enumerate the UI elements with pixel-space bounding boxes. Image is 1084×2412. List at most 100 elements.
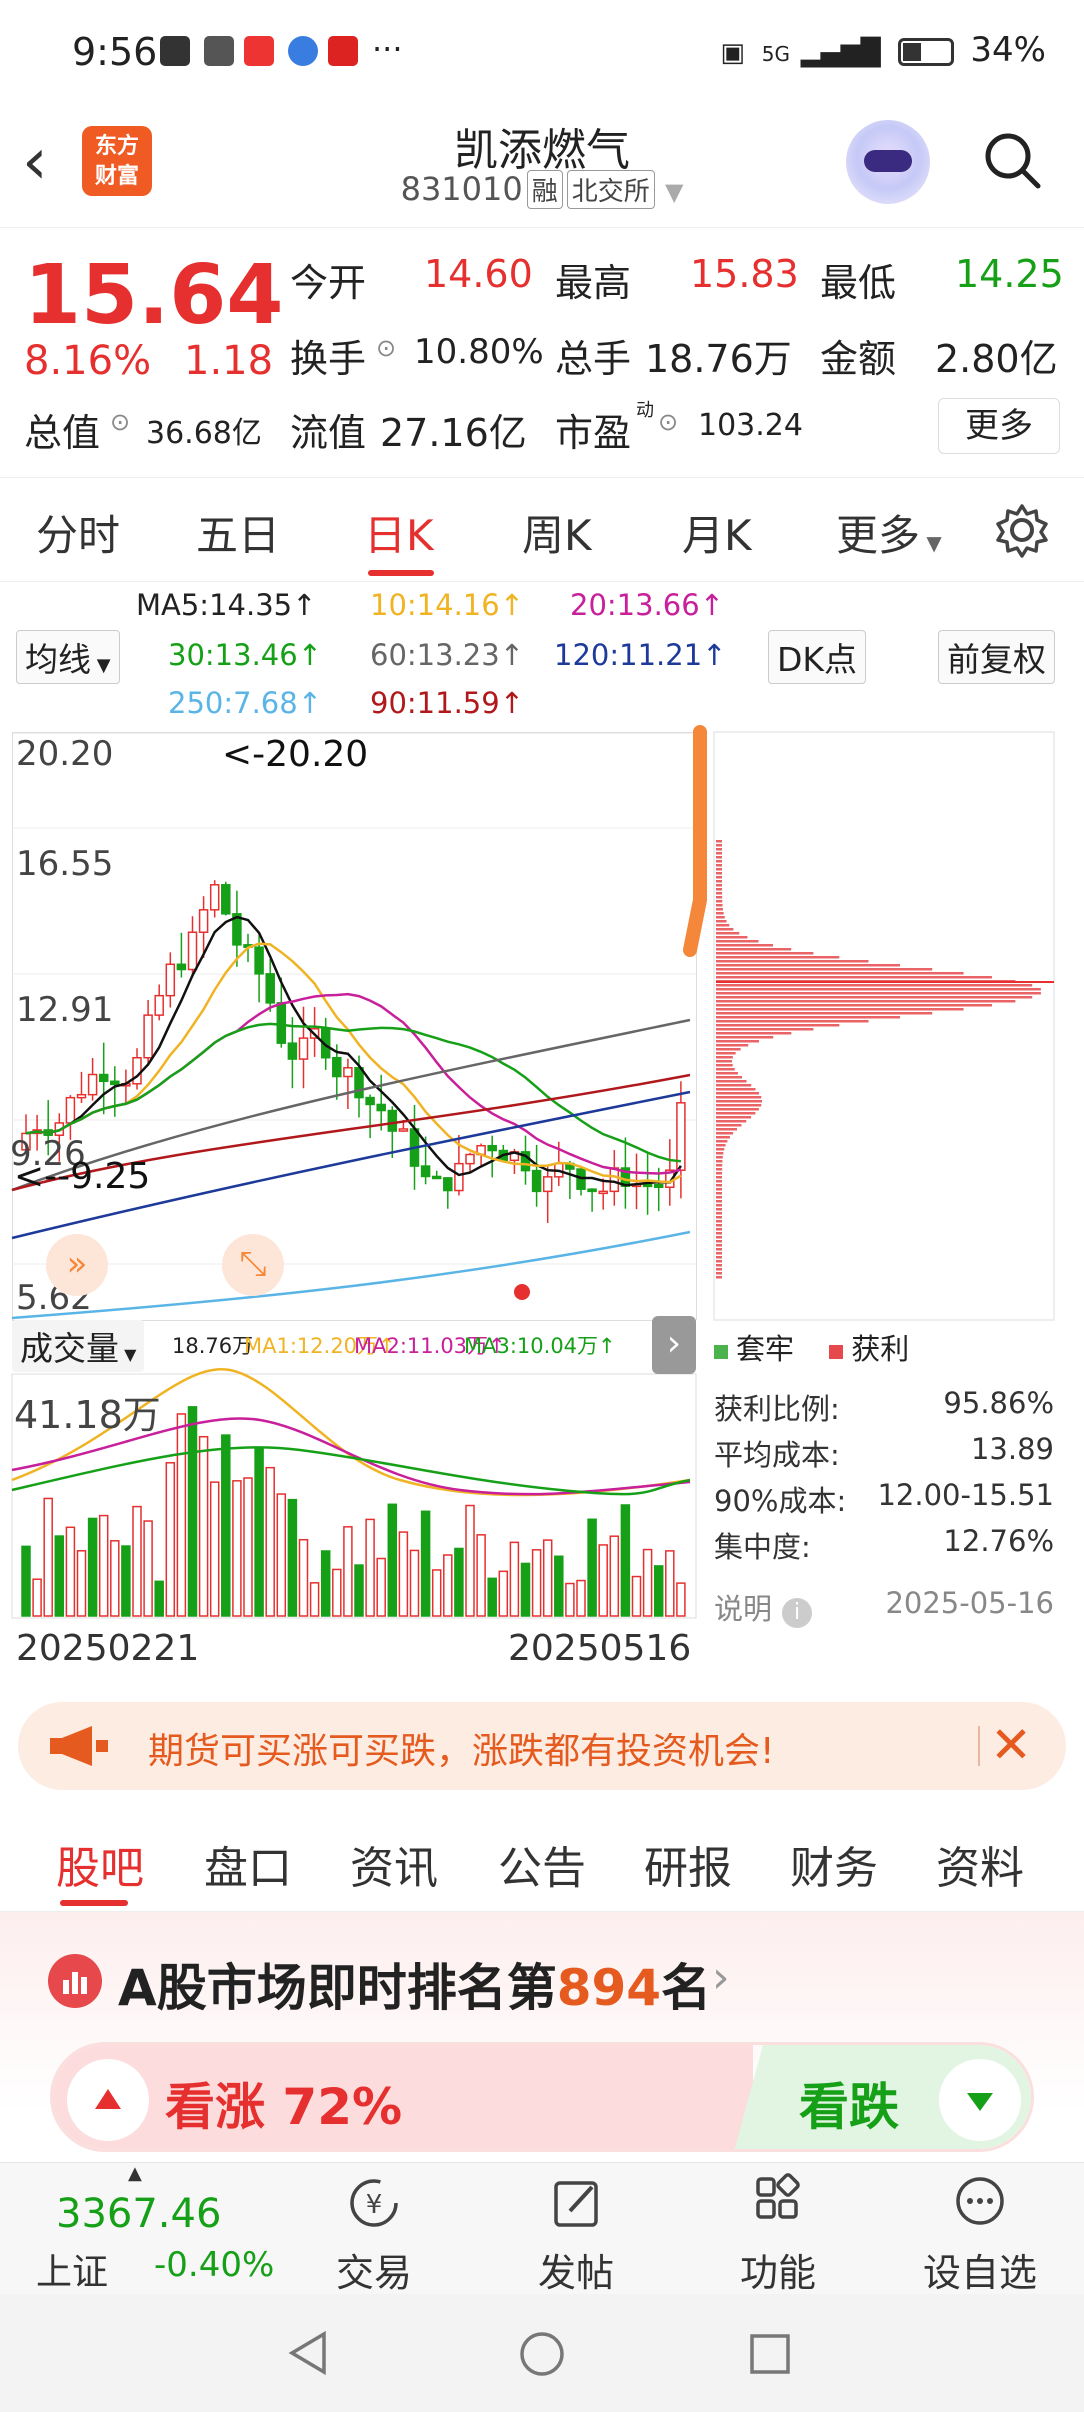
tab-weekly-k[interactable]: 周K [522,502,592,563]
dk-point-button[interactable]: DK点 [768,630,867,684]
profit-swatch [829,1345,844,1359]
amount-label: 金额 [820,337,897,381]
promo-banner[interactable]: 期货可买涨可买跌，涨跌都有投资机会! ✕ [18,1702,1066,1790]
triangle-down-icon: ▼ [920,531,942,555]
tab-finance[interactable]: 财务 [790,1832,878,1896]
pe-dynamic-sup: 动 [636,400,654,421]
info-icon[interactable]: i [782,1598,813,1628]
stat-label: 平均成本: [714,1438,840,1472]
profit-ratio-row: 获利比例: 95.86% [714,1386,1054,1428]
nav-label: 交易 [335,2251,412,2295]
signal-icon: ▂▄▆█ [800,38,881,68]
nfc-icon: ▣ [720,38,745,68]
rank-chart-icon [48,1954,102,2008]
info-icon[interactable]: ⊙ [110,408,130,436]
index-value[interactable]: 3367.46 [56,2191,221,2237]
turnover-label: 换手 [290,337,367,381]
bottom-nav: ▲ 3367.46 上证 -0.40% ¥ 交易 发帖 功能 设自选 [0,2162,1084,2297]
tab-guba[interactable]: 股吧 [56,1832,144,1896]
tab-more-label: 更多 [836,511,921,560]
market-tag: 北交所 [566,170,655,209]
tab-research[interactable]: 研报 [644,1832,732,1896]
ma60-label: 60:13.23↑ [370,638,524,672]
avg-cost-row: 平均成本: 13.89 [714,1432,1054,1474]
assistant-robot-icon[interactable] [846,120,930,204]
browser-icon [288,36,318,66]
tab-minute[interactable]: 分时 [36,502,120,563]
tab-profile[interactable]: 资料 [936,1832,1024,1896]
amount-value: 2.80亿 [935,337,1058,381]
tab-news[interactable]: 资讯 [350,1832,438,1896]
battery-icon [897,37,954,66]
volume-max-label: 41.18万 [14,1393,161,1437]
trade-icon: ¥ [350,2179,398,2227]
home-circle-icon[interactable] [518,2330,566,2378]
ma5-label: MA5:14.35↑ [136,588,317,622]
rank-title[interactable]: A股市场即时排名第894名 [118,1948,711,2020]
nav-functions[interactable]: 功能 [738,2173,818,2297]
low-marker: <--9.25 [14,1156,151,1197]
low-label: 最低 [820,261,897,305]
volume-value: 18.76万 [645,337,792,381]
stat-value: 13.89 [970,1432,1054,1466]
expand-left-icon[interactable]: » [46,1234,108,1296]
stat-value: 95.86% [943,1386,1054,1420]
fullscreen-icon[interactable]: ⤡ [222,1234,284,1296]
system-nav-bar [0,2294,1084,2412]
tab-monthly-k[interactable]: 月K [682,502,752,563]
divider [978,1726,980,1766]
date-end: 20250516 [508,1628,692,1669]
down-arrow-icon[interactable] [939,2059,1021,2141]
cost-range-row: 90%成本: 12.00-15.51 [714,1478,1054,1520]
ma-selector[interactable]: 均线 ▼ [16,630,120,684]
profit-label: 获利 [851,1332,910,1366]
rank-section: A股市场即时排名第894名 › 看涨 72% 看跌 [0,1912,1084,2162]
high-marker: <-20.20 [222,734,369,775]
chevron-right-icon[interactable]: › [652,1316,696,1374]
info-icon[interactable]: ⊙ [376,334,396,362]
more-button[interactable]: 更多 [938,398,1060,454]
close-icon[interactable]: ✕ [990,1716,1032,1774]
up-arrow-icon[interactable] [67,2059,149,2141]
index-name: 上证 [36,2252,109,2293]
chip-note-row: 说明 i 2025-05-16 [714,1586,1054,1628]
ma120-label: 120:11.21↑ [554,638,727,672]
info-icon[interactable]: ⊙ [658,408,678,436]
float-value: 27.16亿 [380,411,527,455]
nav-trade[interactable]: ¥ 交易 [334,2173,414,2297]
chip-date: 2025-05-16 [885,1586,1054,1620]
sentiment-vote: 看涨 72% 看跌 [50,2042,1034,2152]
adjust-mode-button[interactable]: 前复权 [938,630,1055,684]
back-triangle-icon[interactable] [286,2330,332,2376]
tab-five-day[interactable]: 五日 [196,502,280,563]
nav-add-watchlist[interactable]: 设自选 [920,2173,1040,2297]
volume-selector[interactable]: 成交量 ▼ [12,1320,145,1372]
search-icon[interactable] [982,130,1042,190]
event-dot[interactable] [514,1284,530,1300]
date-start: 20250221 [16,1628,200,1669]
nav-post[interactable]: 发帖 [536,2173,616,2297]
nav-label: 设自选 [922,2251,1037,2295]
y-axis-label: 20.20 [16,734,114,774]
y-axis-label: 16.55 [16,844,114,884]
recents-square-icon[interactable] [748,2332,792,2376]
low-value: 14.25 [955,252,1064,296]
index-change: -0.40% [154,2245,275,2285]
chevron-right-icon[interactable]: › [712,1952,730,2003]
vote-up-area[interactable] [53,2045,753,2149]
ma10-label: 10:14.16↑ [370,588,524,622]
active-tab-indicator [60,1900,128,1906]
pe-label: 市盈 [555,411,632,455]
gear-icon[interactable] [994,502,1050,558]
triangle-down-icon: ▼ [91,655,111,676]
stat-label: 集中度: [714,1530,811,1564]
note-link[interactable]: 说明 [714,1592,772,1626]
tab-more[interactable]: 更多 ▼ [836,502,942,563]
tab-announcements[interactable]: 公告 [498,1832,586,1896]
vol-ma3: MA3:10.04万↑ [464,1334,616,1358]
tab-daily-k[interactable]: 日K [364,502,434,563]
toutiao-icon [244,36,274,66]
chevron-down-icon: ▼ [664,178,684,206]
tab-pankou[interactable]: 盘口 [204,1832,292,1896]
last-price: 15.64 [24,248,284,343]
